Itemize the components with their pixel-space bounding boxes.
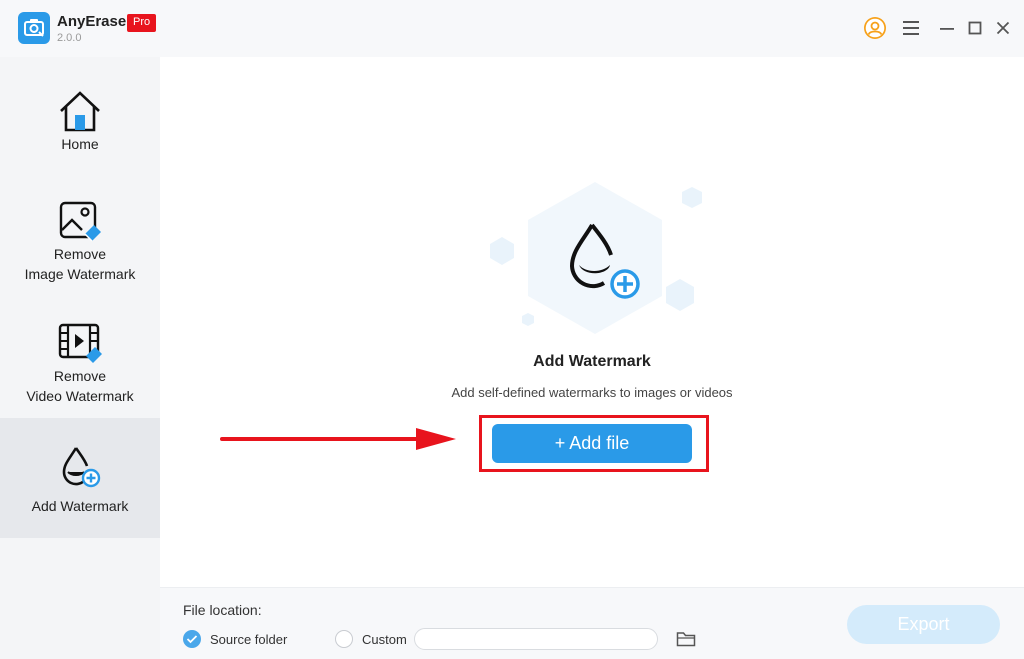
image-watermark-icon	[59, 201, 101, 242]
page-subtitle: Add self-defined watermarks to images or…	[451, 385, 733, 400]
menu-icon[interactable]	[899, 16, 923, 40]
sidebar-item-label: Remove	[53, 246, 107, 262]
folder-icon[interactable]	[676, 630, 696, 648]
pro-badge: Pro	[127, 14, 157, 32]
add-file-button[interactable]: + Add file	[492, 424, 692, 463]
add-watermark-hero-icon	[490, 182, 702, 334]
output-settings-bar: File location: Source folder Custom Expo…	[160, 587, 1024, 659]
app-logo-icon	[18, 12, 50, 44]
sidebar-item-remove-video-watermark[interactable]: Remove Video Watermark	[0, 287, 160, 417]
check-icon	[186, 635, 198, 644]
source-folder-radio[interactable]	[183, 630, 201, 648]
page-title: Add Watermark	[533, 353, 651, 370]
main-panel: Add Watermark Add self-defined watermark…	[160, 57, 1024, 587]
export-button[interactable]: Export	[847, 605, 1000, 644]
custom-label[interactable]: Custom	[362, 632, 407, 647]
sidebar-item-home[interactable]: Home	[0, 57, 160, 167]
sidebar-item-label: Add Watermark	[31, 498, 129, 514]
sidebar-item-label: Remove	[53, 368, 107, 384]
sidebar-item-label: Video Watermark	[26, 388, 134, 404]
sidebar-item-label: Home	[61, 136, 99, 152]
video-watermark-icon	[58, 323, 102, 363]
app-version: 2.0.0	[57, 32, 82, 44]
home-icon	[60, 91, 100, 132]
account-icon[interactable]	[863, 16, 887, 40]
close-icon[interactable]	[991, 16, 1015, 40]
sidebar-item-add-watermark[interactable]: Add Watermark	[0, 418, 160, 538]
sidebar: Home Remove Image Watermark Remove Video…	[0, 57, 160, 659]
title-bar: AnyErase 2.0.0 Pro	[0, 0, 1024, 57]
maximize-icon[interactable]	[963, 16, 987, 40]
file-location-label: File location:	[183, 602, 262, 618]
custom-path-input[interactable]	[414, 628, 658, 650]
source-folder-label[interactable]: Source folder	[210, 632, 287, 647]
custom-radio[interactable]	[335, 630, 353, 648]
red-arrow-annotation-icon	[220, 428, 456, 450]
minimize-icon[interactable]	[935, 16, 959, 40]
app-name: AnyErase	[57, 13, 127, 30]
sidebar-item-remove-image-watermark[interactable]: Remove Image Watermark	[0, 167, 160, 287]
add-watermark-icon	[62, 447, 101, 488]
sidebar-item-label: Image Watermark	[24, 266, 136, 282]
